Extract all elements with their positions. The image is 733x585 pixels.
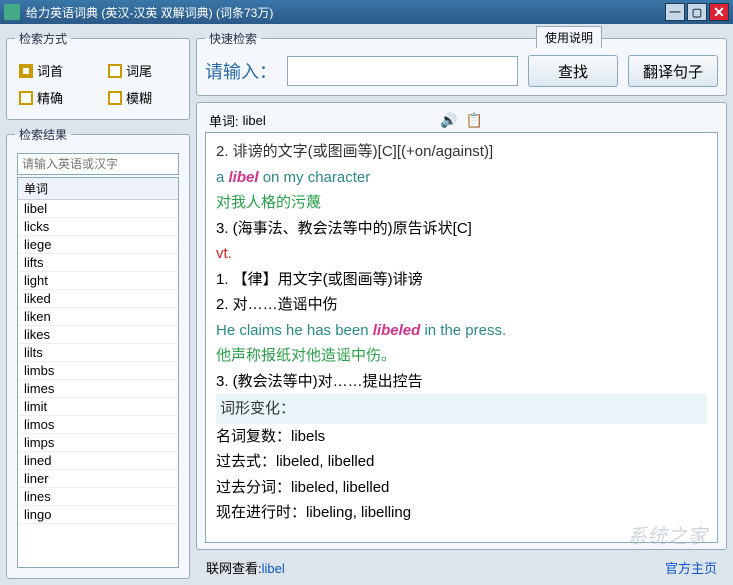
word-list[interactable]: 单词 libellicksliegeliftslightlikedlikenli… xyxy=(17,177,179,568)
def-line: 3. (海事法、教会法等中的)原告诉状[C] xyxy=(216,216,707,242)
checkbox-icon[interactable] xyxy=(19,91,33,105)
list-item[interactable]: liner xyxy=(18,470,178,488)
mode-option[interactable]: 模糊 xyxy=(108,88,177,107)
def-line: 1. 【律】用文字(或图画等)诽谤 xyxy=(216,267,707,293)
list-item[interactable]: limos xyxy=(18,416,178,434)
list-item[interactable]: limbs xyxy=(18,362,178,380)
def-line: 名词复数：libels xyxy=(216,424,707,450)
maximize-button[interactable]: ▢ xyxy=(687,3,707,21)
def-line: He claims he has been libeled in the pre… xyxy=(216,318,707,344)
word-label: 单词: xyxy=(209,111,239,130)
def-line: 过去式：libeled, libelled xyxy=(216,449,707,475)
copy-icon[interactable]: 📋 xyxy=(466,112,483,129)
results-legend: 检索结果 xyxy=(15,126,71,143)
results-panel: 检索结果 单词 libellicksliegeliftslightlikedli… xyxy=(6,126,190,579)
mode-label: 精确 xyxy=(37,88,63,107)
list-item[interactable]: liken xyxy=(18,308,178,326)
list-item[interactable]: lilts xyxy=(18,344,178,362)
quick-search-panel: 快速检索 请输入： 查找 翻译句子 xyxy=(196,30,727,96)
mode-option[interactable]: 词首 xyxy=(19,61,88,80)
list-item[interactable]: libel xyxy=(18,200,178,218)
def-line: 他声称报纸对他造谣中伤。 xyxy=(216,343,707,369)
list-item[interactable]: limes xyxy=(18,380,178,398)
def-line: 2. 对……造谣中伤 xyxy=(216,292,707,318)
official-site-link[interactable]: 官方主页 xyxy=(665,558,717,577)
online-lookup[interactable]: 联网查看:libel xyxy=(206,558,285,577)
quick-search-label: 请输入： xyxy=(205,58,277,84)
def-line: 过去分词：libeled, libelled xyxy=(216,475,707,501)
list-item[interactable]: licks xyxy=(18,218,178,236)
close-button[interactable]: ✕ xyxy=(709,3,729,21)
list-item[interactable]: liked xyxy=(18,290,178,308)
window-title: 给力英语词典 (英汉-汉英 双解词典) (词条73万) xyxy=(26,4,665,21)
def-line: 对我人格的污蔑 xyxy=(216,190,707,216)
def-line: 2. 诽谤的文字(或图画等)[C][(+on/against)] xyxy=(216,139,707,165)
instruction-tab[interactable]: 使用说明 xyxy=(536,26,602,48)
word-list-header: 单词 xyxy=(18,178,178,200)
mode-label: 词尾 xyxy=(126,61,152,80)
def-line: 词形变化： xyxy=(216,394,707,424)
results-filter-input[interactable] xyxy=(17,153,179,175)
minimize-button[interactable]: — xyxy=(665,3,685,21)
list-item[interactable]: lingo xyxy=(18,506,178,524)
search-button[interactable]: 查找 xyxy=(528,55,618,87)
list-item[interactable]: lined xyxy=(18,452,178,470)
quick-search-legend: 快速检索 xyxy=(205,30,261,47)
checkbox-icon[interactable] xyxy=(108,91,122,105)
list-item[interactable]: lines xyxy=(18,488,178,506)
def-line: a libel on my character xyxy=(216,165,707,191)
titlebar: 给力英语词典 (英汉-汉英 双解词典) (词条73万) — ▢ ✕ xyxy=(0,0,733,24)
mode-option[interactable]: 精确 xyxy=(19,88,88,107)
def-line: 3. (教会法等中)对……提出控告 xyxy=(216,369,707,395)
search-mode-panel: 检索方式 词首 词尾精确 模糊 xyxy=(6,30,190,120)
list-item[interactable]: liege xyxy=(18,236,178,254)
def-line: vt. xyxy=(216,241,707,267)
speaker-icon[interactable]: 🔊 xyxy=(440,112,457,129)
translate-button[interactable]: 翻译句子 xyxy=(628,55,718,87)
checkbox-icon[interactable] xyxy=(108,64,122,78)
list-item[interactable]: light xyxy=(18,272,178,290)
definition-content[interactable]: 2. 诽谤的文字(或图画等)[C][(+on/against)]a libel … xyxy=(205,132,718,543)
quick-search-input[interactable] xyxy=(287,56,518,86)
definition-panel: 单词: libel 🔊 📋 2. 诽谤的文字(或图画等)[C][(+on/aga… xyxy=(196,102,727,550)
list-item[interactable]: likes xyxy=(18,326,178,344)
list-item[interactable]: lifts xyxy=(18,254,178,272)
search-mode-legend: 检索方式 xyxy=(15,30,71,47)
list-item[interactable]: limit xyxy=(18,398,178,416)
mode-label: 模糊 xyxy=(126,88,152,107)
lookup-link[interactable]: libel xyxy=(262,561,285,576)
app-icon xyxy=(4,4,20,20)
checkbox-icon[interactable] xyxy=(19,64,33,78)
list-item[interactable]: limps xyxy=(18,434,178,452)
def-line: 现在进行时：libeling, libelling xyxy=(216,500,707,526)
mode-option[interactable]: 词尾 xyxy=(108,61,177,80)
mode-label: 词首 xyxy=(37,61,63,80)
